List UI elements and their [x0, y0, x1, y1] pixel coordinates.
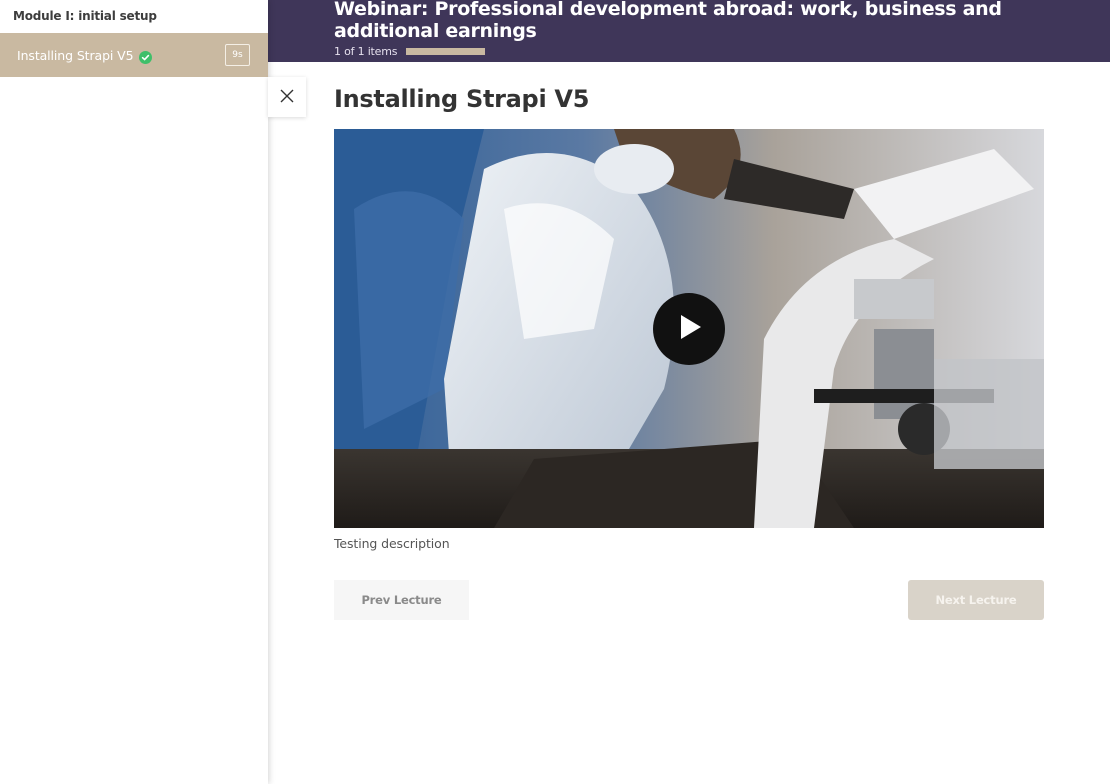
sidebar-item-installing-strapi[interactable]: Installing Strapi V5 9s — [0, 33, 268, 77]
progress-text: 1 of 1 items — [334, 45, 398, 58]
close-sidebar-button[interactable] — [268, 77, 306, 117]
course-header: Webinar: Professional development abroad… — [268, 0, 1110, 62]
prev-lecture-button[interactable]: Prev Lecture — [334, 580, 469, 620]
progress-bar — [406, 48, 486, 55]
sidebar: Module I: initial setup Installing Strap… — [0, 0, 268, 784]
module-title: Module I: initial setup — [13, 9, 157, 23]
course-progress: 1 of 1 items — [334, 45, 486, 58]
play-button[interactable] — [653, 293, 725, 365]
course-title: Webinar: Professional development abroad… — [334, 0, 1002, 42]
lecture-description: Testing description — [334, 536, 450, 551]
play-icon — [674, 312, 704, 346]
close-icon — [280, 88, 294, 107]
sidebar-item-label: Installing Strapi V5 — [17, 47, 134, 63]
next-lecture-button[interactable]: Next Lecture — [908, 580, 1044, 620]
progress-bar-fill — [406, 48, 486, 55]
duration-badge: 9s — [225, 44, 250, 66]
video-player[interactable] — [334, 129, 1044, 528]
lecture-title: Installing Strapi V5 — [334, 85, 590, 113]
check-circle-icon — [139, 49, 153, 64]
